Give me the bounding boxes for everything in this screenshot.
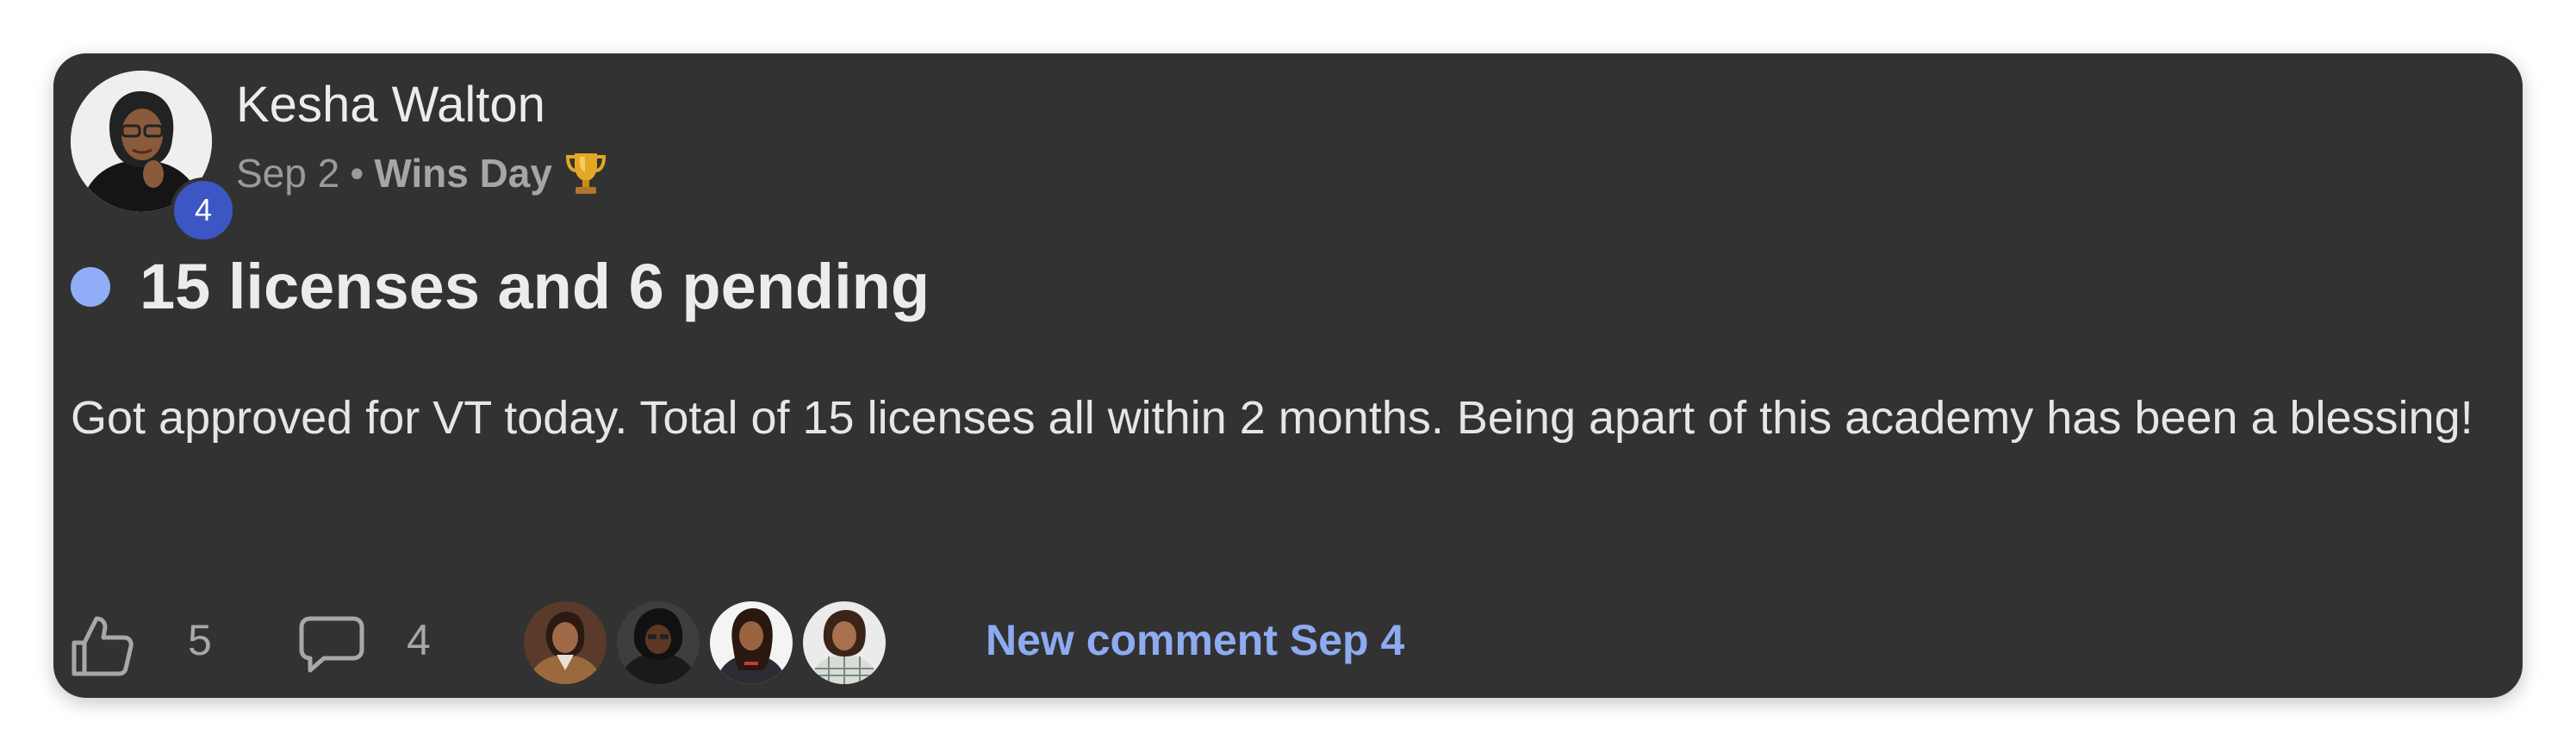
post-date[interactable]: Sep 2 [236, 150, 339, 196]
comment-icon[interactable] [298, 615, 365, 675]
level-badge: 4 [171, 177, 236, 243]
author-name[interactable]: Kesha Walton [236, 76, 545, 134]
participant-avatar[interactable] [520, 598, 610, 688]
new-comment-link[interactable]: New comment Sep 4 [986, 615, 1404, 665]
comment-count[interactable]: 4 [407, 615, 431, 665]
post-card[interactable]: 4 Kesha Walton Sep 2 • Wins Day 15 licen… [53, 53, 2523, 698]
post-meta: Sep 2 • Wins Day [236, 150, 607, 196]
post-title-row[interactable]: 15 licenses and 6 pending [71, 250, 930, 323]
participant-avatar[interactable] [613, 598, 703, 688]
participant-avatar[interactable] [800, 598, 889, 688]
post-category[interactable]: Wins Day [374, 150, 552, 196]
like-count[interactable]: 5 [188, 615, 212, 665]
post-title[interactable]: 15 licenses and 6 pending [140, 250, 930, 323]
trophy-icon [564, 150, 607, 196]
post-footer: 5 4 New comment Sep 4 [71, 596, 2500, 691]
post-body: Got approved for VT today. Total of 15 l… [71, 392, 2473, 444]
unread-dot [71, 266, 110, 307]
participant-avatar[interactable] [706, 598, 796, 688]
thumbs-up-icon[interactable] [71, 613, 134, 677]
author-avatar-wrap[interactable]: 4 [71, 71, 236, 243]
meta-separator: • [350, 151, 364, 196]
